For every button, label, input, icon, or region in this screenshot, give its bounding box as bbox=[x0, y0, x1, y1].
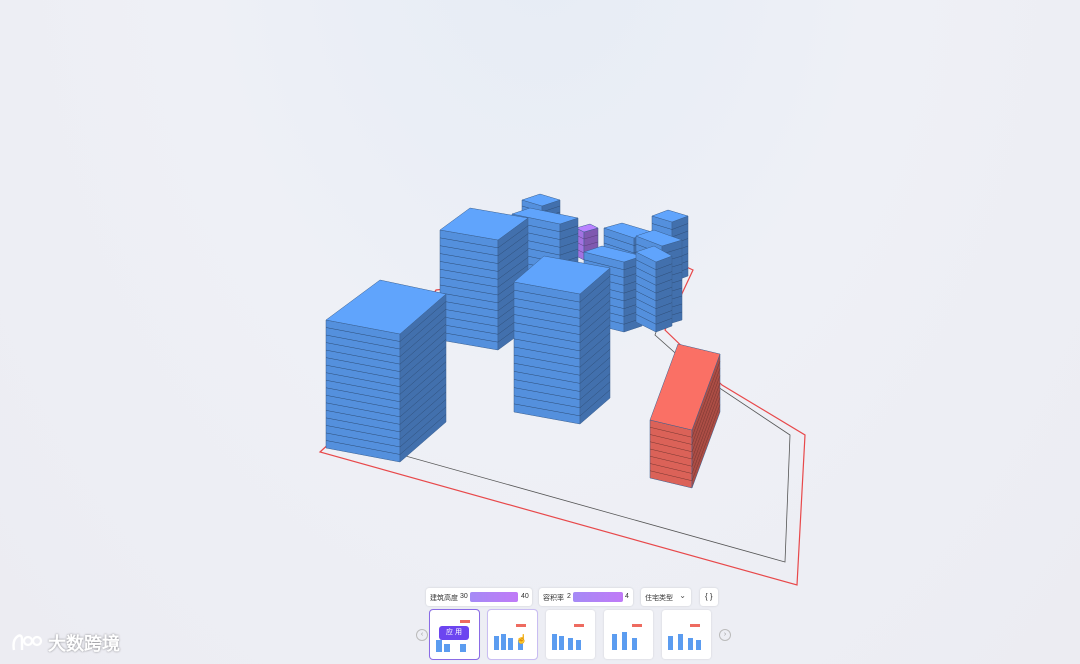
height-range-slider[interactable] bbox=[470, 592, 518, 602]
height-range-label: 建筑高度 bbox=[430, 595, 458, 602]
building-red[interactable] bbox=[649, 343, 721, 489]
scheme-thumbnail-3[interactable] bbox=[546, 610, 595, 659]
dashujukuajing-logo bbox=[10, 632, 44, 654]
far-range-min: 2 bbox=[567, 593, 571, 600]
chevron-right-icon[interactable]: › bbox=[719, 629, 731, 641]
chevron-left-icon[interactable]: ‹ bbox=[416, 629, 428, 641]
building-right-column[interactable] bbox=[635, 245, 673, 333]
parameter-toolbar: 建筑高度 30 40 容积率 2 4 住宅类型 ⌄ { } bbox=[0, 588, 1080, 606]
far-range-max: 4 bbox=[625, 593, 629, 600]
scheme-thumbnail-5[interactable] bbox=[662, 610, 711, 659]
building-center-front[interactable] bbox=[513, 255, 611, 425]
watermark: 大数跨境 bbox=[10, 630, 120, 656]
3d-site-scene[interactable] bbox=[0, 0, 1080, 664]
far-range-control[interactable]: 容积率 2 4 bbox=[539, 588, 633, 606]
brackets-button[interactable]: { } bbox=[700, 588, 718, 606]
height-range-max: 40 bbox=[521, 593, 529, 600]
scheme-thumbnail-1[interactable]: 应 用 bbox=[429, 609, 480, 660]
far-range-label: 容积率 bbox=[543, 595, 564, 602]
brackets-icon: { } bbox=[705, 592, 713, 601]
scheme-thumbnail-2[interactable]: ☝ bbox=[487, 609, 538, 660]
scheme-thumbnails: ‹ 应 用 ☝ › bbox=[0, 609, 1080, 660]
scheme-thumbnail-4[interactable] bbox=[604, 610, 653, 659]
building-front-left[interactable] bbox=[325, 279, 447, 463]
height-range-control[interactable]: 建筑高度 30 40 bbox=[426, 588, 532, 606]
far-range-slider[interactable] bbox=[573, 592, 623, 602]
cursor-icon: ☝ bbox=[516, 634, 528, 644]
type-select-value: 住宅类型 bbox=[645, 595, 673, 602]
type-select[interactable]: 住宅类型 ⌄ bbox=[641, 588, 691, 606]
watermark-text: 大数跨境 bbox=[48, 634, 120, 654]
apply-button[interactable]: 应 用 bbox=[439, 626, 469, 640]
height-range-min: 30 bbox=[460, 593, 468, 600]
chevron-down-icon: ⌄ bbox=[679, 591, 686, 600]
